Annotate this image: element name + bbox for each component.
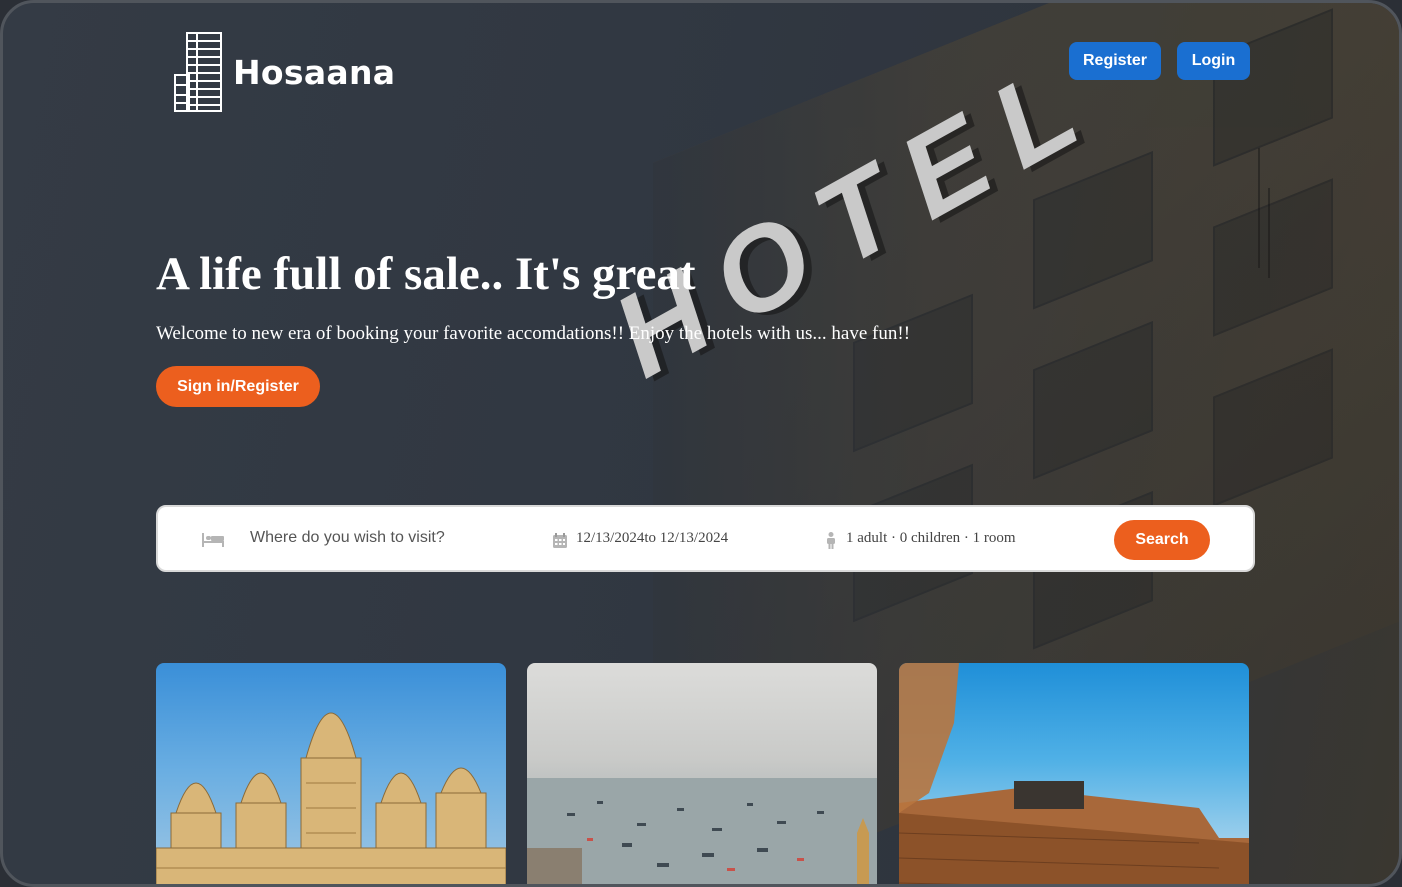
date-range-field[interactable]: 12/13/2024to 12/13/2024 bbox=[576, 530, 728, 547]
bed-icon bbox=[202, 533, 224, 547]
temple-photo bbox=[156, 712, 506, 884]
search-bar: Where do you wish to visit? 12/13/2024to… bbox=[156, 505, 1255, 572]
search-button[interactable]: Search bbox=[1114, 520, 1210, 560]
login-button[interactable]: Login bbox=[1177, 42, 1250, 80]
hero-title: A life full of sale.. It's great bbox=[156, 248, 696, 300]
register-button[interactable]: Register bbox=[1069, 42, 1161, 80]
destination-card-fort[interactable] bbox=[899, 663, 1249, 884]
hero-subtitle: Welcome to new era of booking your favor… bbox=[156, 323, 911, 344]
sign-in-register-button[interactable]: Sign in/Register bbox=[156, 366, 320, 407]
brand-name: Hosaana bbox=[233, 52, 396, 92]
building-logo-icon bbox=[174, 32, 222, 112]
app-window: HOTEL Hosaana Register Login A life full… bbox=[0, 0, 1402, 887]
calendar-icon bbox=[553, 533, 567, 548]
destination-input[interactable]: Where do you wish to visit? bbox=[250, 529, 445, 547]
destination-card-harbor[interactable] bbox=[527, 663, 877, 884]
brand-logo[interactable]: Hosaana bbox=[173, 31, 395, 113]
occupancy-selector[interactable]: 1 adult · 0 children · 1 room bbox=[846, 530, 1016, 547]
harbor-boats-photo bbox=[527, 778, 877, 884]
fort-photo bbox=[899, 663, 1249, 884]
destination-card-temple[interactable] bbox=[156, 663, 506, 884]
person-icon bbox=[827, 532, 835, 549]
